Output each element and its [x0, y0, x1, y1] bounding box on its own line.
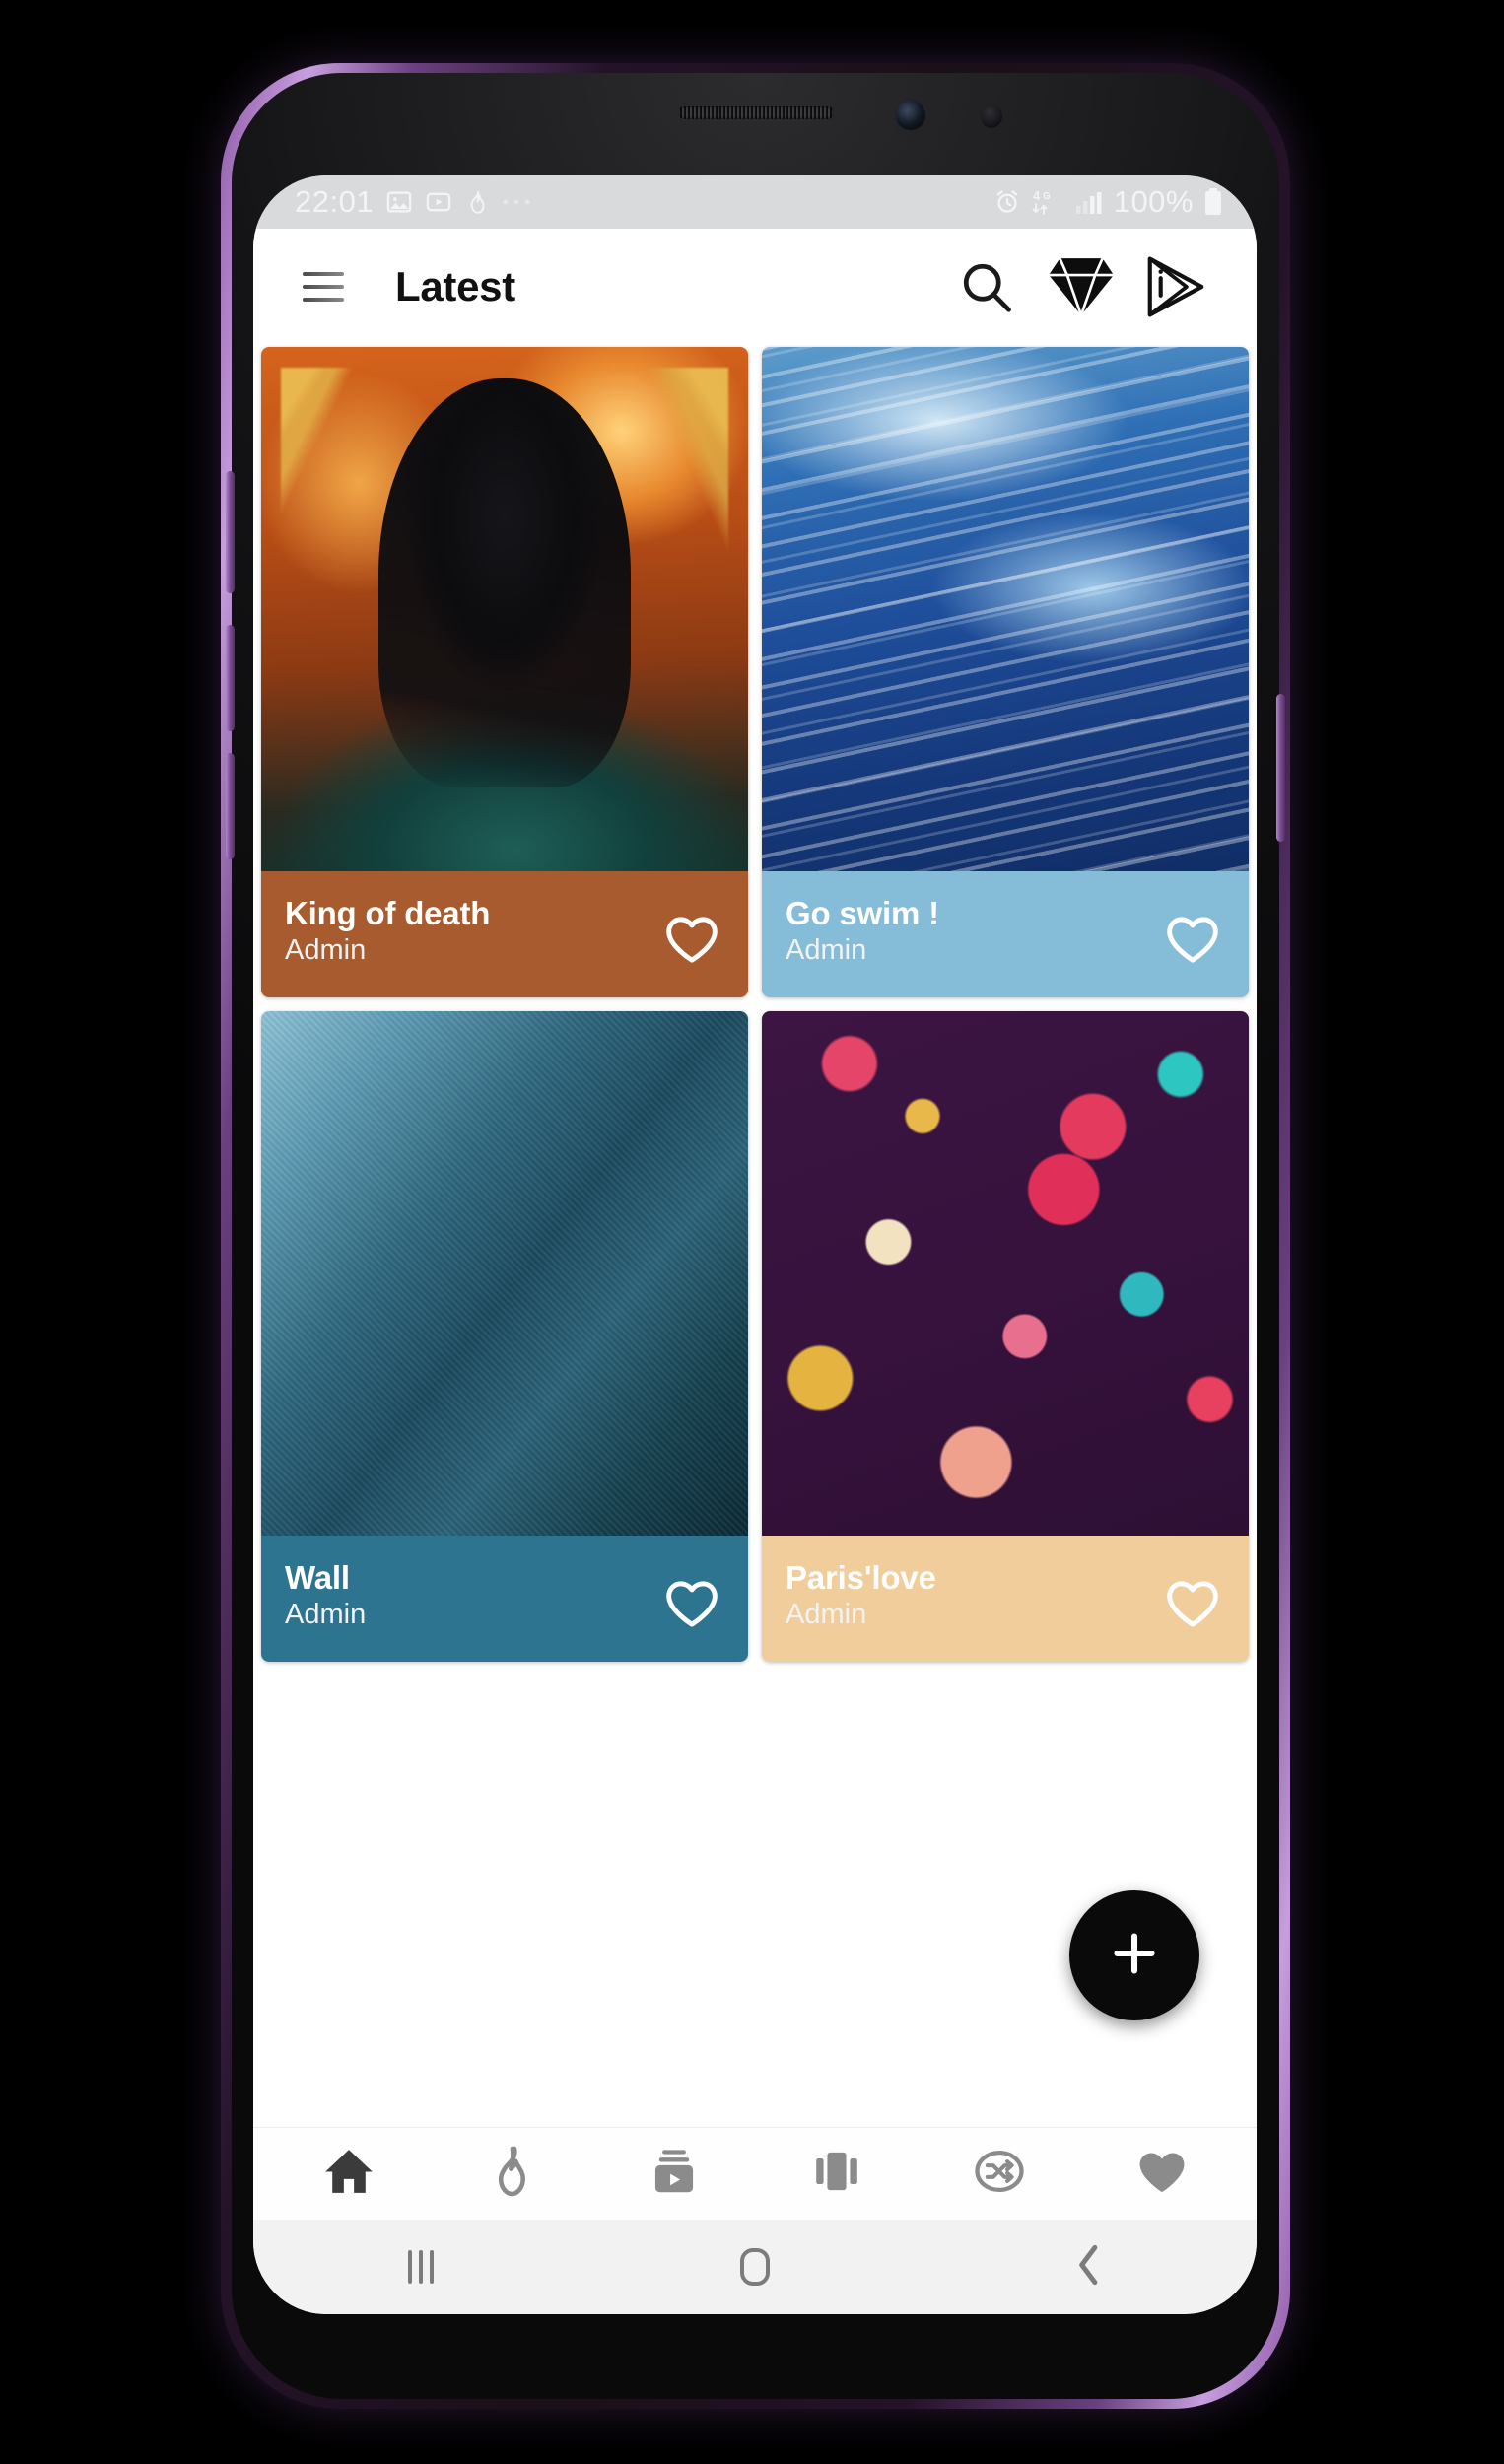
gallery-icon — [385, 188, 413, 216]
status-bar: 22:01 4 G 100% — [253, 175, 1257, 229]
page-title: Latest — [395, 263, 515, 309]
battery-icon — [1203, 187, 1223, 217]
back-chevron-icon — [1072, 2243, 1106, 2292]
wallpaper-grid-scroll[interactable]: King of death Admin Go swim ! Admin Wall… — [253, 345, 1257, 2127]
wallpaper-thumbnail[interactable] — [762, 1011, 1249, 1536]
wallpaper-grid: King of death Admin Go swim ! Admin Wall… — [253, 345, 1257, 1662]
status-bar-left: 22:01 — [295, 184, 993, 220]
heart-outline-icon[interactable] — [661, 911, 722, 971]
card-caption: King of death Admin — [261, 871, 748, 997]
carousel-icon — [811, 2144, 862, 2204]
alarm-icon — [993, 188, 1021, 216]
android-home-button[interactable] — [587, 2248, 922, 2286]
heart-outline-icon[interactable] — [1162, 1575, 1223, 1635]
phone-screen: 22:01 4 G 100% Latest King of death Admi… — [253, 175, 1257, 2314]
shuffle-icon — [973, 2144, 1026, 2204]
front-camera — [896, 101, 925, 130]
diamond-icon[interactable] — [1034, 244, 1128, 329]
power-button[interactable] — [1276, 694, 1285, 842]
phone-body: 22:01 4 G 100% Latest King of death Admi… — [226, 73, 1285, 2399]
nav-home[interactable] — [267, 2128, 430, 2221]
svg-text:G: G — [1043, 191, 1051, 202]
flame-icon — [464, 188, 490, 216]
nav-video[interactable] — [592, 2128, 755, 2221]
nav-shuffle[interactable] — [918, 2128, 1080, 2221]
nav-trending[interactable] — [430, 2128, 592, 2221]
wallpaper-thumbnail[interactable] — [261, 347, 748, 871]
video-icon — [649, 2144, 700, 2204]
list-item[interactable]: Go swim ! Admin — [762, 347, 1249, 997]
home-icon — [321, 2144, 376, 2204]
bottom-navigation-bar — [253, 2127, 1257, 2220]
android-navigation-bar — [253, 2220, 1257, 2314]
card-author: Admin — [285, 933, 367, 966]
card-title: Go swim ! — [786, 895, 939, 931]
android-back-button[interactable] — [923, 2243, 1257, 2292]
heart-outline-icon[interactable] — [661, 1575, 722, 1635]
svg-text:4: 4 — [1033, 188, 1041, 203]
nav-carousel[interactable] — [755, 2128, 918, 2221]
status-bar-right: 4 G 100% — [993, 184, 1223, 220]
hamburger-menu-icon[interactable] — [285, 248, 362, 325]
plus-icon — [1107, 1926, 1162, 1986]
card-caption: Go swim ! Admin — [762, 871, 1249, 997]
bixby-button[interactable] — [226, 471, 235, 593]
card-title: King of death — [285, 895, 491, 931]
card-author: Admin — [285, 1598, 367, 1630]
wallpaper-thumbnail[interactable] — [261, 1011, 748, 1536]
phone-frame: 22:01 4 G 100% Latest King of death Admi… — [221, 63, 1290, 2409]
flame-icon — [486, 2144, 537, 2204]
home-pill-icon — [739, 2248, 770, 2286]
heart-outline-icon[interactable] — [1162, 911, 1223, 971]
card-author: Admin — [786, 933, 867, 966]
volume-up-button[interactable] — [226, 753, 235, 859]
network-4g-icon: 4 G — [1031, 187, 1064, 217]
signal-bars-icon — [1074, 188, 1104, 216]
earpiece-speaker — [677, 106, 834, 119]
nav-favorites[interactable] — [1080, 2128, 1243, 2221]
wallpaper-thumbnail[interactable] — [762, 347, 1249, 871]
card-author: Admin — [786, 1598, 867, 1630]
add-wallpaper-fab[interactable] — [1069, 1890, 1199, 2020]
search-icon[interactable] — [939, 244, 1034, 329]
more-dots-icon — [502, 197, 535, 207]
status-bar-clock: 22:01 — [295, 184, 375, 219]
app-bar: Latest — [253, 229, 1257, 345]
list-item[interactable]: King of death Admin — [261, 347, 748, 997]
list-item[interactable]: Wall Admin — [261, 1011, 748, 1662]
recents-icon — [407, 2250, 434, 2284]
card-caption: Wall Admin — [261, 1536, 748, 1662]
list-item[interactable]: Paris'love Admin — [762, 1011, 1249, 1662]
card-title: Paris'love — [786, 1559, 936, 1596]
youtube-icon — [425, 188, 452, 216]
card-title: Wall — [285, 1559, 350, 1596]
card-caption: Paris'love Admin — [762, 1536, 1249, 1662]
play-send-icon[interactable] — [1128, 244, 1223, 329]
iris-sensor — [981, 104, 1002, 128]
battery-percentage: 100% — [1113, 184, 1194, 219]
heart-filled-icon — [1134, 2144, 1190, 2204]
volume-down-button[interactable] — [226, 625, 235, 731]
android-recents-button[interactable] — [253, 2250, 587, 2284]
